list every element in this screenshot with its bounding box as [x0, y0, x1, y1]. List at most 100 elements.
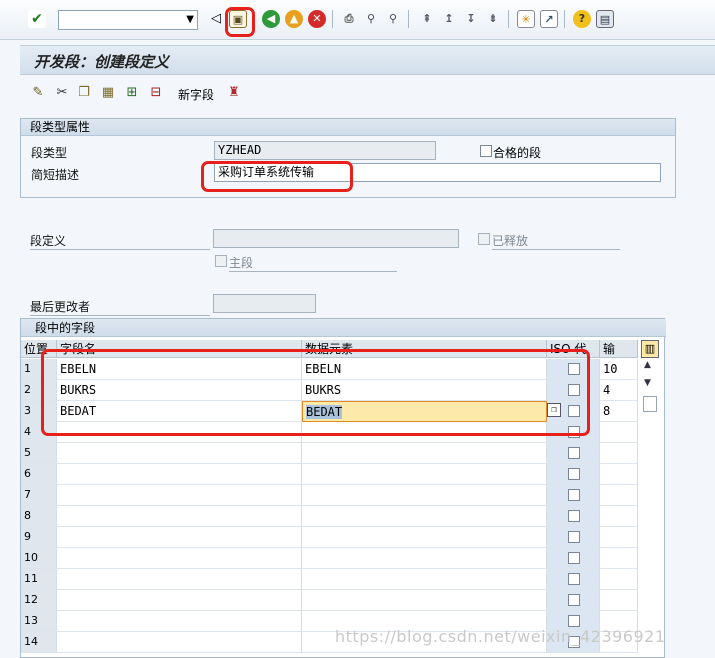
length-cell[interactable] — [600, 506, 638, 527]
length-cell[interactable] — [600, 443, 638, 464]
command-field[interactable]: ▼ — [58, 10, 198, 30]
table-row: 9 — [21, 527, 641, 548]
enter-check-icon[interactable]: ✔ — [28, 10, 46, 28]
segment-def-label: 段定义 — [30, 232, 210, 250]
where-used-icon[interactable]: ♜ — [226, 85, 242, 101]
iso-code-cell — [547, 569, 600, 590]
iso-code-checkbox[interactable] — [568, 552, 580, 564]
iso-code-checkbox[interactable] — [568, 468, 580, 480]
length-cell[interactable] — [600, 485, 638, 506]
iso-code-cell — [547, 548, 600, 569]
prev-page-icon[interactable]: ↥ — [440, 10, 458, 28]
length-cell[interactable] — [600, 422, 638, 443]
row-position: 7 — [21, 485, 57, 506]
segment-type-field: YZHEAD — [214, 141, 436, 160]
paste-icon[interactable]: ▦ — [100, 85, 116, 101]
field-name-cell[interactable] — [57, 464, 302, 485]
iso-code-checkbox[interactable] — [568, 615, 580, 627]
qualified-segment-checkbox[interactable] — [480, 145, 492, 157]
application-toolbar: ✎ ✂ ❐ ▦ ⊞ ⊟ 新字段 ♜ — [20, 76, 715, 112]
data-element-cell[interactable] — [302, 485, 547, 506]
edit-pencil-icon[interactable]: ✎ — [30, 85, 46, 101]
data-element-cell[interactable] — [302, 527, 547, 548]
table-scrollbar[interactable]: ▲ ▼ — [641, 358, 661, 418]
data-element-cell[interactable] — [302, 569, 547, 590]
iso-code-cell — [547, 443, 600, 464]
data-element-cell[interactable] — [302, 464, 547, 485]
system-toolbar: ✔ ▼ ◁ ▣ ◀ ▲ ✕ ⎙ ⚲ ⚲ ⇞ ↥ ↧ ⇟ ✳ ↗ ? ▤ — [0, 0, 715, 40]
length-cell[interactable]: 8 — [600, 401, 638, 422]
scroll-up-icon[interactable]: ▲ — [644, 360, 651, 370]
next-page-icon[interactable]: ↧ — [462, 10, 480, 28]
exit-icon[interactable]: ▲ — [285, 10, 303, 28]
length-cell[interactable]: 4 — [600, 380, 638, 401]
length-cell[interactable] — [600, 548, 638, 569]
data-element-cell[interactable] — [302, 548, 547, 569]
length-cell[interactable] — [600, 464, 638, 485]
short-desc-highlight-box — [201, 161, 353, 192]
released-label: 已释放 — [492, 232, 620, 250]
scroll-down-icon[interactable]: ▼ — [644, 378, 651, 388]
first-page-icon[interactable]: ⇞ — [418, 10, 436, 28]
row-position: 5 — [21, 443, 57, 464]
segment-attributes-header: 段类型属性 — [21, 119, 675, 136]
iso-code-cell — [547, 527, 600, 548]
segment-type-label: 段类型 — [31, 146, 68, 160]
nav-left-icon[interactable]: ◁ — [207, 10, 225, 28]
row-position: 12 — [21, 590, 57, 611]
row-position: 11 — [21, 569, 57, 590]
length-cell[interactable] — [600, 527, 638, 548]
data-element-cell[interactable] — [302, 506, 547, 527]
delete-row-icon[interactable]: ⊟ — [148, 85, 164, 101]
layout-icon[interactable]: ▤ — [596, 10, 614, 28]
iso-code-checkbox[interactable] — [568, 447, 580, 459]
insert-row-icon[interactable]: ⊞ — [124, 85, 140, 101]
field-name-cell[interactable] — [57, 443, 302, 464]
iso-code-checkbox[interactable] — [568, 573, 580, 585]
segment-def-field — [213, 229, 459, 248]
field-name-cell[interactable] — [57, 632, 302, 653]
cut-icon[interactable]: ✂ — [54, 85, 70, 101]
scroll-thumb[interactable] — [643, 396, 657, 412]
row-position: 13 — [21, 611, 57, 632]
field-name-cell[interactable] — [57, 569, 302, 590]
help-icon[interactable]: ? — [573, 10, 591, 28]
iso-code-checkbox[interactable] — [568, 594, 580, 606]
field-name-cell[interactable] — [57, 590, 302, 611]
iso-code-checkbox[interactable] — [568, 510, 580, 522]
row-position: 8 — [21, 506, 57, 527]
command-dropdown-icon[interactable]: ▼ — [186, 11, 194, 29]
field-name-cell[interactable] — [57, 506, 302, 527]
back-icon[interactable]: ◀ — [262, 10, 280, 28]
field-name-cell[interactable] — [57, 611, 302, 632]
table-row: 5 — [21, 443, 641, 464]
find-next-icon[interactable]: ⚲ — [384, 10, 402, 28]
print-icon[interactable]: ⎙ — [340, 10, 358, 28]
new-session-icon[interactable]: ✳ — [517, 10, 535, 28]
qualified-segment-label: 合格的段 — [493, 146, 542, 160]
fields-highlight-box — [41, 349, 590, 436]
last-page-icon[interactable]: ⇟ — [484, 10, 502, 28]
length-cell[interactable] — [600, 569, 638, 590]
table-settings-icon[interactable]: ▥ — [641, 340, 659, 358]
field-name-cell[interactable] — [57, 527, 302, 548]
toolbar-separator — [332, 10, 333, 28]
data-element-cell[interactable] — [302, 590, 547, 611]
iso-code-checkbox[interactable] — [568, 531, 580, 543]
shortcut-icon[interactable]: ↗ — [540, 10, 558, 28]
primary-segment-label: 主段 — [229, 254, 397, 272]
iso-code-cell — [547, 464, 600, 485]
copy-icon[interactable]: ❐ — [76, 85, 92, 101]
field-name-cell[interactable] — [57, 485, 302, 506]
column-length[interactable]: 输 — [600, 340, 638, 358]
cancel-icon[interactable]: ✕ — [308, 10, 326, 28]
length-cell[interactable] — [600, 590, 638, 611]
row-position: 14 — [21, 632, 57, 653]
iso-code-cell — [547, 485, 600, 506]
iso-code-checkbox[interactable] — [568, 489, 580, 501]
length-cell[interactable]: 10 — [600, 359, 638, 380]
find-icon[interactable]: ⚲ — [362, 10, 380, 28]
field-name-cell[interactable] — [57, 548, 302, 569]
data-element-cell[interactable] — [302, 443, 547, 464]
new-field-button[interactable]: 新字段 — [178, 86, 214, 103]
